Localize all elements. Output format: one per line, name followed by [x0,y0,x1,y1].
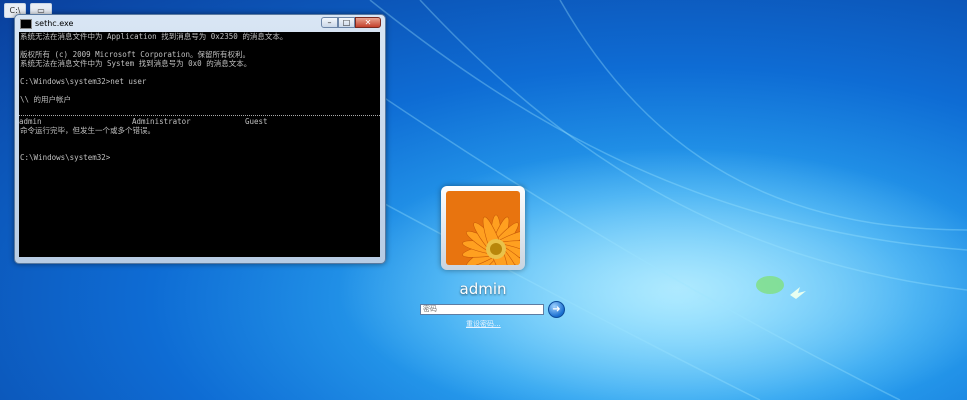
user-name: Administrator [132,117,191,126]
console-window[interactable]: sethc.exe – □ ✕ 系统无法在消息文件中为 Application … [14,14,386,264]
window-title: sethc.exe [35,19,74,28]
console-line: 命令运行完毕，但发生一个或多个错误。 [20,126,155,135]
user-list: admin Administrator Guest [19,117,380,126]
flower-picture [446,191,520,265]
password-input[interactable] [420,304,544,315]
console-output[interactable]: 系统无法在消息文件中为 Application 找到消息号为 0x2350 的消… [19,32,380,257]
user-name: Guest [245,117,268,126]
reset-password-link[interactable]: 重设密码... [466,319,501,329]
minimize-button[interactable]: – [321,17,338,28]
separator [19,115,380,116]
arrow-right-icon: ➜ [552,304,561,315]
console-prompt: C:\Windows\system32> [20,153,111,162]
console-line: 系统无法在消息文件中为 System 找到消息号为 0x0 的消息文本。 [20,59,252,68]
user-name: admin [19,117,42,126]
console-line: C:\Windows\system32>net user [20,77,147,86]
console-app-icon [20,19,32,29]
close-button[interactable]: ✕ [355,17,381,28]
flower-picture-icon [446,191,520,265]
user-avatar [441,186,525,270]
console-line: 系统无法在消息文件中为 Application 找到消息号为 0x2350 的消… [20,32,288,41]
console-line: \\ 的用户帐户 [20,95,72,104]
submit-button[interactable]: ➜ [548,301,565,318]
username-label: admin [459,280,507,298]
maximize-button[interactable]: □ [338,17,355,28]
console-line: 版权所有 (c) 2009 Microsoft Corporation。保留所有… [20,50,250,59]
